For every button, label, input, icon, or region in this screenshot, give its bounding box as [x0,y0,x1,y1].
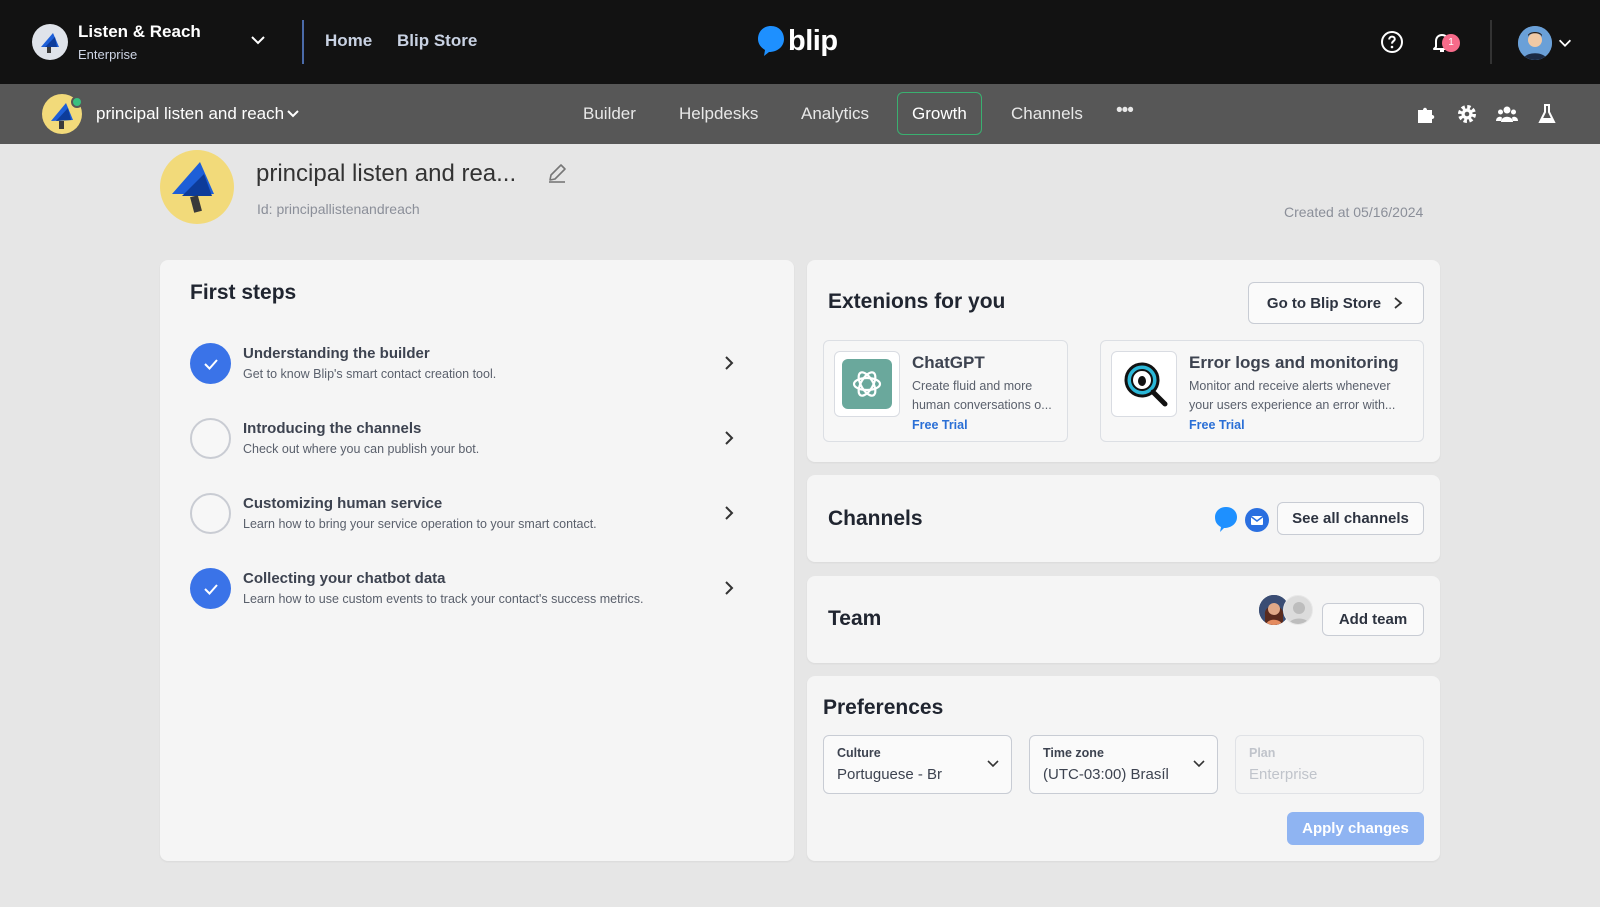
blip-chat-channel-icon [1215,507,1237,532]
free-trial-badge: Free Trial [1189,418,1245,432]
tab-analytics[interactable]: Analytics [801,104,869,124]
created-date: Created at 05/16/2024 [1284,204,1424,220]
chevron-down-icon[interactable] [1556,34,1574,52]
extension-title: Error logs and monitoring [1189,353,1399,372]
step-title: Customizing human service [243,495,443,512]
bot-id: Id: principallistenandreach [257,201,420,217]
flask-icon[interactable] [1535,102,1559,126]
user-photo-icon [1518,26,1552,60]
step-description: Check out where you can publish your bot… [243,442,480,456]
step-description: Get to know Blip's smart contact creatio… [243,367,497,381]
step-item[interactable]: Customizing human service Learn how to b… [190,484,750,544]
step-title: Introducing the channels [243,420,422,437]
preferences-title: Preferences [823,696,944,719]
step-item[interactable]: Understanding the builder Get to know Bl… [190,334,750,394]
add-team-button[interactable]: Add team [1322,603,1424,636]
timezone-value: (UTC-03:00) Brasília [1043,766,1168,783]
chevron-right-icon [725,356,734,370]
nav-link-blip-store[interactable]: Blip Store [397,31,477,51]
culture-select[interactable]: Culture Portuguese - Br [823,735,1012,794]
email-channel-icon [1245,508,1269,532]
go-to-blip-store-button[interactable]: Go to Blip Store [1248,282,1424,324]
extension-error-logs[interactable]: Error logs and monitoring Monitor and re… [1100,340,1424,442]
free-trial-badge: Free Trial [912,418,968,432]
plan-value: Enterprise [1249,766,1318,783]
step-status [190,568,231,609]
extension-chatgpt[interactable]: ChatGPT Create fluid and more human conv… [823,340,1068,442]
bot-nav-bar: principal listen and reach Builder Helpd… [0,84,1600,144]
more-tabs-button[interactable]: ••• [1116,100,1134,122]
step-status [190,418,231,459]
puzzle-icon[interactable] [1414,102,1438,126]
chevron-right-icon [725,506,734,520]
divider [302,20,304,64]
online-indicator [71,96,83,108]
nav-link-home[interactable]: Home [325,31,372,51]
plan-field: Plan Enterprise [1235,735,1424,794]
step-status [190,343,231,384]
org-name[interactable]: Listen & Reach [78,22,201,42]
megaphone-icon [172,162,214,213]
bug-search-icon [1111,351,1177,417]
help-icon[interactable] [1380,30,1404,54]
bot-avatar-large [160,150,234,224]
chevron-down-icon[interactable] [285,106,301,122]
step-title: Collecting your chatbot data [243,570,446,587]
first-steps-title: First steps [190,281,297,304]
chevron-right-icon [725,581,734,595]
blip-bubble-icon [758,26,784,56]
step-description: Learn how to bring your service operatio… [243,517,597,531]
chevron-right-icon [1394,297,1403,309]
gear-icon[interactable] [1455,102,1479,126]
culture-label: Culture [837,746,881,760]
chevron-down-icon[interactable] [248,30,268,50]
top-bar: Listen & Reach Enterprise Home Blip Stor… [0,0,1600,84]
divider [1490,20,1492,64]
timezone-label: Time zone [1043,746,1104,760]
chevron-down-icon [987,760,999,768]
tab-helpdesks[interactable]: Helpdesks [679,104,758,124]
bot-name[interactable]: principal listen and reach [96,104,284,124]
step-title: Understanding the builder [243,345,430,362]
team-icon[interactable] [1495,102,1519,126]
team-title: Team [828,607,882,630]
first-steps-card: First steps Understanding the builder Ge… [160,260,794,861]
check-icon [203,583,218,595]
tab-channels[interactable]: Channels [1011,104,1083,124]
channels-title: Channels [828,507,923,530]
tab-builder[interactable]: Builder [583,104,636,124]
user-avatar[interactable] [1518,26,1552,60]
tab-growth[interactable]: Growth [897,92,982,135]
step-item[interactable]: Collecting your chatbot data Learn how t… [190,559,750,619]
org-plan: Enterprise [78,47,138,62]
pencil-icon[interactable] [546,162,568,184]
extension-title: ChatGPT [912,353,985,372]
step-status [190,493,231,534]
notification-badge: 1 [1442,34,1460,52]
extensions-title: Extenions for you [828,290,1006,313]
step-item[interactable]: Introducing the channels Check out where… [190,409,750,469]
org-avatar[interactable] [32,24,68,60]
check-icon [203,358,218,370]
team-member-avatar [1283,595,1313,625]
extension-description: Monitor and receive alerts whenever your… [1189,379,1396,412]
chevron-right-icon [725,431,734,445]
megaphone-icon [41,33,59,53]
blip-logo[interactable]: blip [756,24,838,58]
timezone-select[interactable]: Time zone (UTC-03:00) Brasília [1029,735,1218,794]
step-description: Learn how to use custom events to track … [243,592,644,606]
bot-title: principal listen and rea... [256,160,517,187]
see-all-channels-button[interactable]: See all channels [1277,502,1424,535]
culture-value: Portuguese - Br [837,766,943,783]
plan-label: Plan [1249,746,1276,760]
chatgpt-icon [834,351,900,417]
extension-description: Create fluid and more human conversation… [912,379,1052,412]
chevron-down-icon [1193,760,1205,768]
apply-changes-button[interactable]: Apply changes [1287,812,1424,845]
